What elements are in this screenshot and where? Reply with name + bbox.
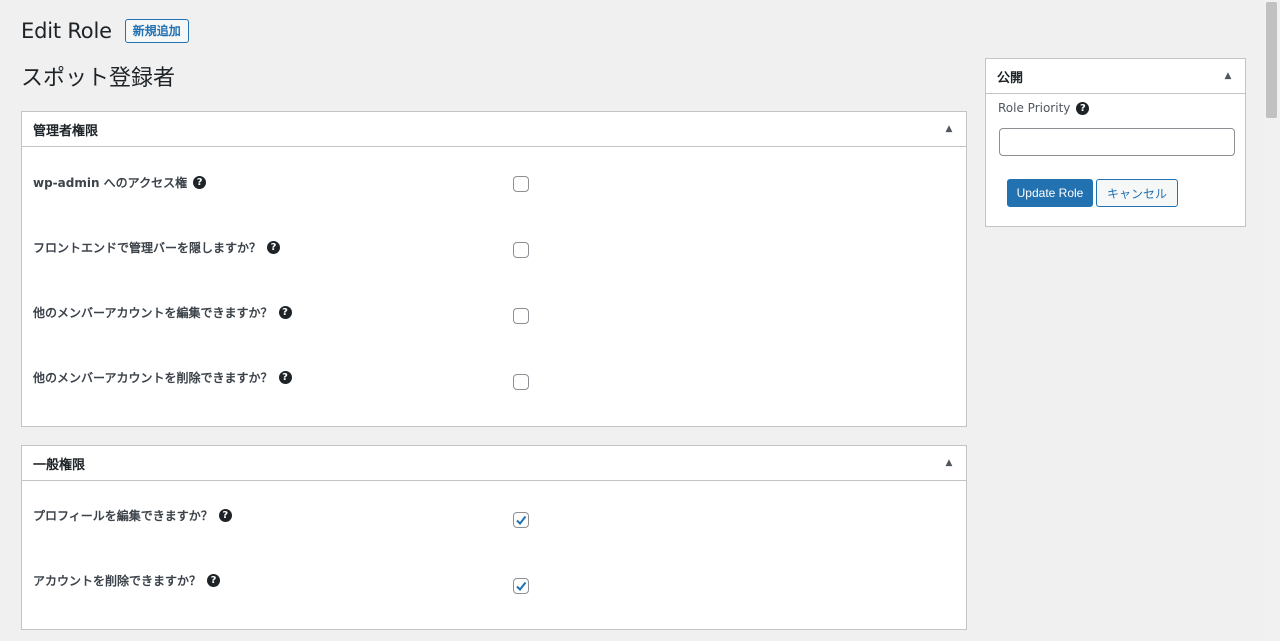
page-header: Edit Role 新規追加 (21, 19, 189, 43)
permission-label: 他のメンバーアカウントを編集できますか？ (33, 305, 273, 320)
page-title: Edit Role (21, 19, 112, 43)
permission-label: フロントエンドで管理バーを隠しますか？ (33, 240, 262, 255)
help-icon[interactable]: ? (193, 175, 207, 189)
add-new-button[interactable]: 新規追加 (124, 19, 189, 43)
permission-label: 他のメンバーアカウントを削除できますか？ (33, 370, 273, 385)
help-icon[interactable]: ? (207, 573, 221, 587)
permission-label: プロフィールを編集できますか？ (33, 508, 213, 523)
admin-permissions-title: 管理者権限 (33, 123, 99, 139)
permission-row: wp-admin へのアクセス権? (33, 168, 966, 196)
delete-other-members-checkbox[interactable] (513, 374, 529, 390)
collapse-toggle-icon[interactable]: ▲ (943, 458, 955, 468)
role-priority-input[interactable] (999, 128, 1235, 156)
help-icon[interactable]: ? (218, 508, 232, 522)
role-priority-label-row: Role Priority ? (998, 101, 1090, 115)
help-icon[interactable]: ? (278, 370, 292, 384)
role-name-heading: スポット登録者 (21, 66, 176, 91)
permission-row: フロントエンドで管理バーを隠しますか？? (33, 233, 966, 261)
general-permissions-box: 一般権限 ▲ プロフィールを編集できますか？? アカウントを削除できますか？? (21, 445, 967, 630)
admin-permissions-box: 管理者権限 ▲ wp-admin へのアクセス権? フロントエンドで管理バーを隠… (21, 111, 967, 427)
permission-label: wp-admin へのアクセス権 (33, 175, 188, 190)
publish-title: 公開 (997, 70, 1024, 86)
edit-profile-checkbox[interactable] (513, 512, 529, 528)
admin-permissions-header: 管理者権限 ▲ (22, 112, 966, 147)
general-permissions-header: 一般権限 ▲ (22, 446, 966, 481)
collapse-toggle-icon[interactable]: ▲ (943, 124, 955, 134)
scrollbar-thumb[interactable] (1266, 2, 1277, 118)
permission-label: アカウントを削除できますか？ (33, 573, 202, 588)
page-scrollbar[interactable] (1263, 0, 1280, 641)
publish-header: 公開 ▲ (986, 59, 1245, 94)
delete-account-checkbox[interactable] (513, 578, 529, 594)
permission-row: 他のメンバーアカウントを削除できますか？? (33, 363, 966, 391)
general-permissions-title: 一般権限 (33, 457, 86, 473)
permission-row: 他のメンバーアカウントを編集できますか？? (33, 298, 966, 326)
edit-other-members-checkbox[interactable] (513, 308, 529, 324)
help-icon[interactable]: ? (278, 305, 292, 319)
publish-box: 公開 ▲ Role Priority ? Update Role キャンセル (985, 58, 1246, 227)
permission-row: プロフィールを編集できますか？? (33, 501, 966, 529)
wp-admin-access-checkbox[interactable] (513, 176, 529, 192)
permission-row: アカウントを削除できますか？? (33, 566, 966, 594)
help-icon[interactable]: ? (267, 240, 281, 254)
help-icon[interactable]: ? (1076, 101, 1090, 115)
hide-admin-bar-checkbox[interactable] (513, 242, 529, 258)
collapse-toggle-icon[interactable]: ▲ (1222, 71, 1234, 81)
role-priority-label: Role Priority (998, 101, 1071, 115)
cancel-button[interactable]: キャンセル (1096, 179, 1178, 207)
update-role-button[interactable]: Update Role (1007, 179, 1093, 207)
